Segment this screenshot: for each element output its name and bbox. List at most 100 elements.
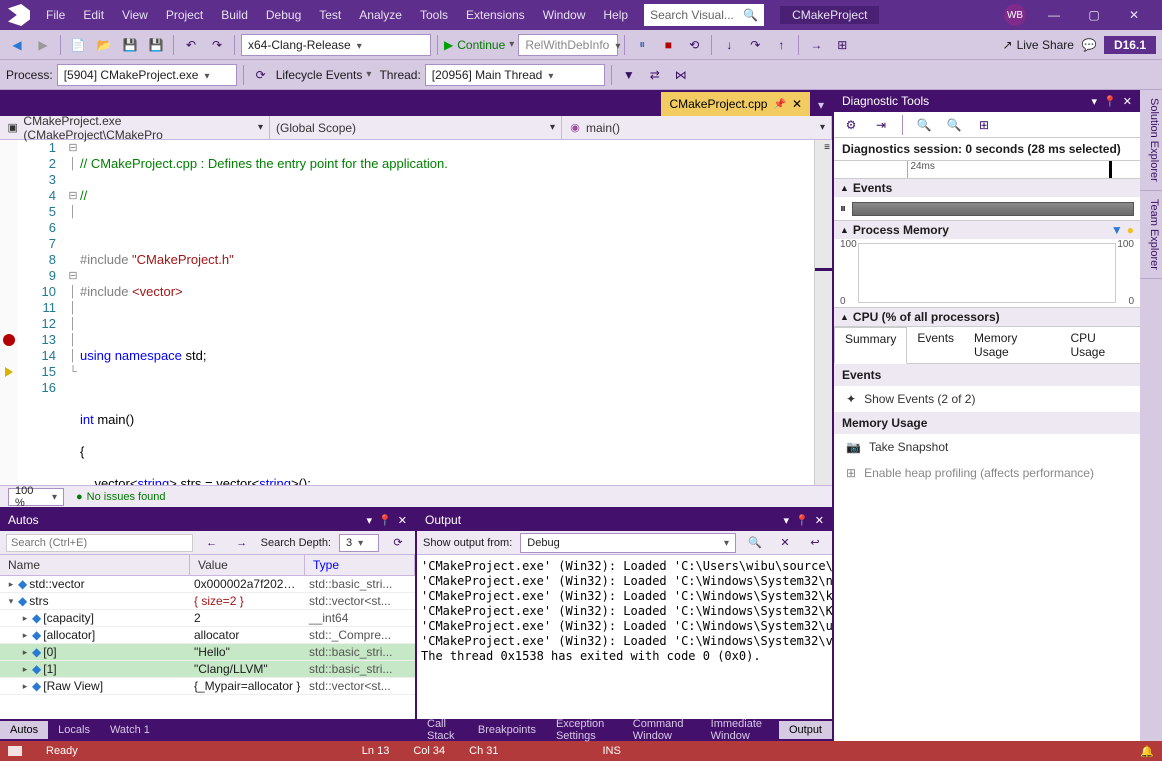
step-into-icon[interactable]: ↓ — [718, 34, 740, 56]
code-editor[interactable]: 12345678910111213141516 ⊟│ ⊟│ ⊟│││││└ //… — [0, 140, 832, 485]
table-row[interactable]: ▸◆ [allocator]allocatorstd::_Compre... — [0, 627, 415, 644]
breakpoint-icon[interactable] — [3, 334, 15, 346]
menu-build[interactable]: Build — [213, 4, 256, 26]
tab-call-stack[interactable]: Call Stack — [417, 715, 468, 745]
pause-events-icon[interactable]: ⏸ — [840, 201, 846, 216]
filter-icon[interactable]: ▼ — [618, 64, 640, 86]
save-all-icon[interactable]: 💾 — [145, 34, 167, 56]
diag-tab-summary[interactable]: Summary — [834, 327, 907, 364]
nav-project-dropdown[interactable]: ▣ CMakeProject.exe (CMakeProject\CMakePr… — [0, 116, 270, 139]
menu-project[interactable]: Project — [158, 4, 211, 26]
menu-debug[interactable]: Debug — [258, 4, 309, 26]
maximize-button[interactable]: ▢ — [1074, 0, 1114, 30]
undo-icon[interactable]: ↶ — [180, 34, 202, 56]
pin-icon[interactable]: 📍 — [795, 514, 809, 527]
table-row[interactable]: ▸◆ [Raw View]{_Mypair=allocator }std::ve… — [0, 678, 415, 695]
close-button[interactable]: ✕ — [1114, 0, 1154, 30]
fold-column[interactable]: ⊟│ ⊟│ ⊟│││││└ — [66, 140, 80, 485]
lifecycle-icon[interactable]: ⟳ — [250, 64, 272, 86]
nav-member-dropdown[interactable]: ◉ main() ▾ — [562, 116, 832, 139]
menu-window[interactable]: Window — [535, 4, 594, 26]
split-icon[interactable]: ≡ — [824, 142, 830, 153]
diag-timeline-ruler[interactable]: 24ms — [834, 161, 1140, 179]
diag-tab-events[interactable]: Events — [907, 327, 964, 363]
output-source-dropdown[interactable]: Debug — [520, 533, 736, 553]
close-tab-icon[interactable]: ✕ — [792, 97, 802, 111]
menu-help[interactable]: Help — [595, 4, 636, 26]
menu-analyze[interactable]: Analyze — [351, 4, 410, 26]
tab-output[interactable]: Output — [779, 721, 832, 739]
search-prev-icon[interactable]: ← — [201, 532, 223, 554]
autos-table[interactable]: Name Value Type ▸◆ std::vector0x000002a7… — [0, 555, 415, 719]
expand-icon[interactable]: ▸ — [6, 579, 16, 590]
menu-test[interactable]: Test — [311, 4, 349, 26]
diag-events-header[interactable]: ▲Events — [834, 179, 1140, 197]
find-icon[interactable]: 🔍 — [744, 532, 766, 554]
notifications-icon[interactable]: 🔔 — [1140, 745, 1154, 758]
zoom-dropdown[interactable]: 100 % — [8, 488, 64, 506]
expand-icon[interactable]: ▸ — [20, 630, 30, 641]
table-row[interactable]: ▸◆ [0]"Hello"std::basic_stri... — [0, 644, 415, 661]
sidetab-solution-explorer[interactable]: Solution Explorer — [1140, 90, 1162, 191]
pin-icon[interactable]: 📌 — [773, 99, 785, 110]
timeline-cursor[interactable] — [1109, 161, 1112, 178]
file-tab-active[interactable]: CMakeProject.cpp 📌 ✕ — [661, 92, 810, 116]
pin-icon[interactable]: 📍 — [1103, 95, 1117, 108]
search-next-icon[interactable]: → — [231, 532, 253, 554]
diag-tab-memory-usage[interactable]: Memory Usage — [964, 327, 1060, 363]
diag-cpu-header[interactable]: ▲CPU (% of all processors) — [834, 308, 1140, 326]
dropdown-icon[interactable]: ▾ — [367, 514, 373, 527]
tab-autos[interactable]: Autos — [0, 721, 48, 739]
nav-scope-dropdown[interactable]: (Global Scope) ▾ — [270, 116, 562, 139]
tab-locals[interactable]: Locals — [48, 721, 100, 739]
editor-gutter[interactable] — [0, 140, 18, 485]
breakpoints-icon[interactable]: ⊞ — [831, 34, 853, 56]
save-icon[interactable]: 💾 — [119, 34, 141, 56]
sidetab-team-explorer[interactable]: Team Explorer — [1140, 191, 1162, 279]
no-issues-indicator[interactable]: ● No issues found — [76, 491, 166, 503]
editor-scrollbar[interactable]: ≡ — [814, 140, 832, 485]
clear-icon[interactable]: ✕ — [774, 532, 796, 554]
pin-icon[interactable]: 📍 — [378, 514, 392, 527]
table-row[interactable]: ▸◆ std::vector0x000002a7f2024a80 "Clang/… — [0, 576, 415, 593]
search-box[interactable]: Search Visual... 🔍 — [644, 4, 764, 26]
stop-icon[interactable]: ■ — [657, 34, 679, 56]
output-title-bar[interactable]: Output ▾ 📍 ✕ — [417, 509, 832, 531]
diag-title-bar[interactable]: Diagnostic Tools ▾ 📍 ✕ — [834, 90, 1140, 112]
expand-icon[interactable]: ▾ — [6, 596, 16, 607]
menu-edit[interactable]: Edit — [75, 4, 112, 26]
menu-view[interactable]: View — [114, 4, 156, 26]
expand-icon[interactable]: ▸ — [20, 647, 30, 658]
expand-icon[interactable]: ▸ — [20, 613, 30, 624]
reset-zoom-icon[interactable]: ⊞ — [973, 114, 995, 136]
show-events-link[interactable]: ✦ Show Events (2 of 2) — [834, 386, 1140, 412]
zoom-in-icon[interactable]: 🔍 — [913, 114, 935, 136]
memory-graph[interactable] — [858, 243, 1116, 303]
step-over-icon[interactable]: ↷ — [744, 34, 766, 56]
heap-profiling-link[interactable]: ⊞ Enable heap profiling (affects perform… — [834, 460, 1140, 486]
feedback-icon[interactable]: 💬 — [1078, 34, 1100, 56]
redo-icon[interactable]: ↷ — [206, 34, 228, 56]
threads-icon[interactable]: ⋈ — [670, 64, 692, 86]
tab-immediate-window[interactable]: Immediate Window — [701, 715, 779, 745]
thread-dropdown[interactable]: [20956] Main Thread — [425, 64, 605, 86]
pause-icon[interactable]: ⏸ — [631, 34, 653, 56]
tab-overflow-icon[interactable]: ▾ — [810, 94, 832, 116]
build-config-dropdown[interactable]: RelWithDebInfo — [518, 34, 618, 56]
live-share-button[interactable]: ↗ Live Share — [1003, 38, 1074, 52]
tab-command-window[interactable]: Command Window — [623, 715, 701, 745]
settings-icon[interactable]: ⚙ — [840, 114, 862, 136]
menu-tools[interactable]: Tools — [412, 4, 456, 26]
back-icon[interactable]: ◀ — [6, 34, 28, 56]
take-snapshot-link[interactable]: 📷 Take Snapshot — [834, 434, 1140, 460]
export-icon[interactable]: ⇥ — [870, 114, 892, 136]
stack-frame-icon[interactable]: ⇄ — [644, 64, 666, 86]
user-avatar[interactable]: WB — [1004, 4, 1026, 26]
configuration-dropdown[interactable]: x64-Clang-Release — [241, 34, 431, 56]
tab-exception-settings[interactable]: Exception Settings — [546, 715, 623, 745]
code-content[interactable]: // CMakeProject.cpp : Defines the entry … — [80, 140, 814, 485]
expand-icon[interactable]: ▸ — [20, 664, 30, 675]
menu-file[interactable]: File — [38, 4, 73, 26]
menu-extensions[interactable]: Extensions — [458, 4, 533, 26]
continue-button[interactable]: ▶ Continue ▾ — [444, 38, 514, 52]
